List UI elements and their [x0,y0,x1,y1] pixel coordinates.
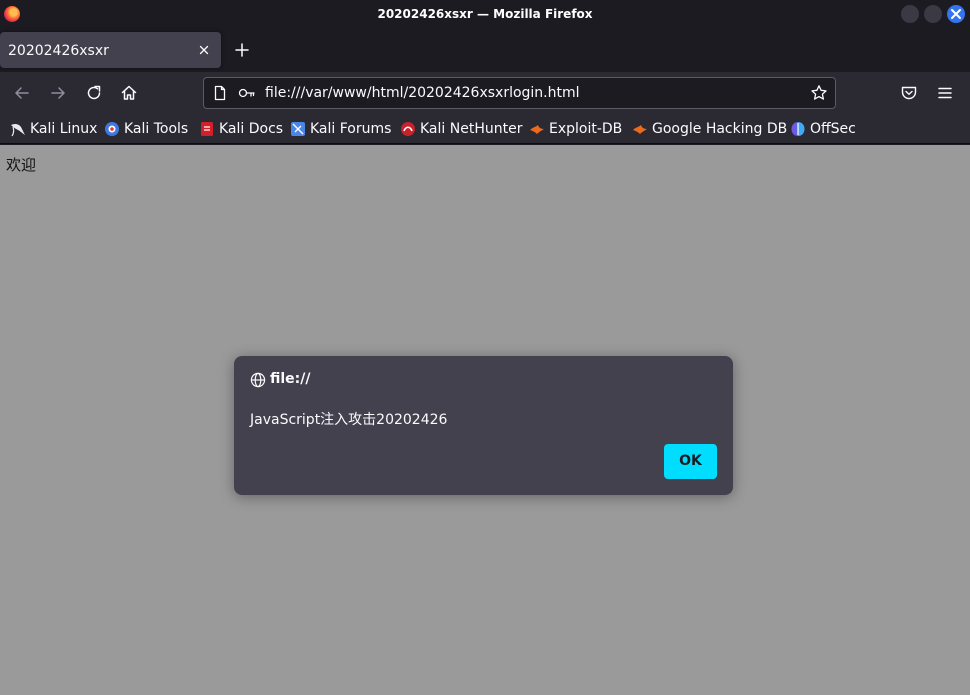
bookmark-label: Kali Linux [30,121,98,137]
window-title: 20202426xsxr — Mozilla Firefox [377,7,593,21]
tab-close-icon[interactable] [196,42,212,58]
bookmark-offsec[interactable]: OffSec [790,120,856,138]
page-icon[interactable] [212,85,228,101]
navigation-toolbar: file:///var/www/html/20202426xsxrlogin.h… [0,72,970,114]
dialog-message: JavaScript注入攻击20202426 [250,412,448,428]
bookmarks-toolbar: Kali Linux Kali Tools Kali Docs Kali For… [0,114,970,144]
url-bar[interactable]: file:///var/www/html/20202426xsxrlogin.h… [203,77,836,109]
tab-active[interactable]: 20202426xsxr [0,32,221,68]
bookmark-label: Exploit-DB [549,121,623,137]
url-text[interactable]: file:///var/www/html/20202426xsxrlogin.h… [265,78,580,108]
welcome-text: 欢迎 [6,156,37,174]
bookmark-kali-forums[interactable]: Kali Forums [290,120,391,138]
bookmark-label: Kali Tools [124,121,189,137]
bookmark-kali-linux[interactable]: Kali Linux [10,120,97,138]
close-icon [951,9,961,19]
hamburger-menu-icon[interactable] [935,83,955,103]
new-tab-icon[interactable] [232,40,252,60]
pocket-icon[interactable] [899,83,919,103]
kali-dragon-icon [11,123,25,137]
bookmark-google-hacking-db[interactable]: Google Hacking DB [632,120,787,138]
bookmark-label: OffSec [810,121,856,137]
back-arrow-icon[interactable] [12,83,32,103]
bookmark-kali-tools[interactable]: Kali Tools [104,120,188,138]
tab-title: 20202426xsxr [8,43,109,59]
page-content: 欢迎 file:// JavaScript注入攻击20202426 OK [0,145,970,695]
bookmark-label: Kali Forums [310,121,392,137]
reload-icon[interactable] [84,83,104,103]
alert-dialog: file:// JavaScript注入攻击20202426 OK [234,356,733,495]
bookmark-exploit-db[interactable]: Exploit-DB [529,120,622,138]
globe-icon [250,372,266,388]
close-window-button[interactable] [947,5,965,23]
exploit-db-icon [530,125,544,134]
maximize-button[interactable] [924,5,942,23]
dialog-origin: file:// [270,371,311,387]
home-icon[interactable] [119,83,139,103]
offsec-icon [791,122,805,136]
bookmark-star-icon[interactable] [810,84,828,102]
kali-nethunter-icon [401,122,415,136]
ok-button[interactable]: OK [664,444,717,479]
bookmark-label: Kali Docs [219,121,284,137]
bookmark-kali-nethunter[interactable]: Kali NetHunter [400,120,522,138]
forward-arrow-icon[interactable] [48,83,68,103]
bookmark-label: Google Hacking DB [652,121,788,137]
kali-forums-icon [291,122,305,136]
kali-docs-icon [201,122,213,136]
key-icon[interactable] [238,86,256,100]
window-titlebar: 20202426xsxr — Mozilla Firefox [0,0,970,28]
ghdb-icon [633,125,647,134]
kali-tools-icon [105,122,119,136]
tab-strip: 20202426xsxr [0,28,970,72]
minimize-button[interactable] [901,5,919,23]
bookmark-kali-docs[interactable]: Kali Docs [199,120,283,138]
bookmark-label: Kali NetHunter [420,121,523,137]
